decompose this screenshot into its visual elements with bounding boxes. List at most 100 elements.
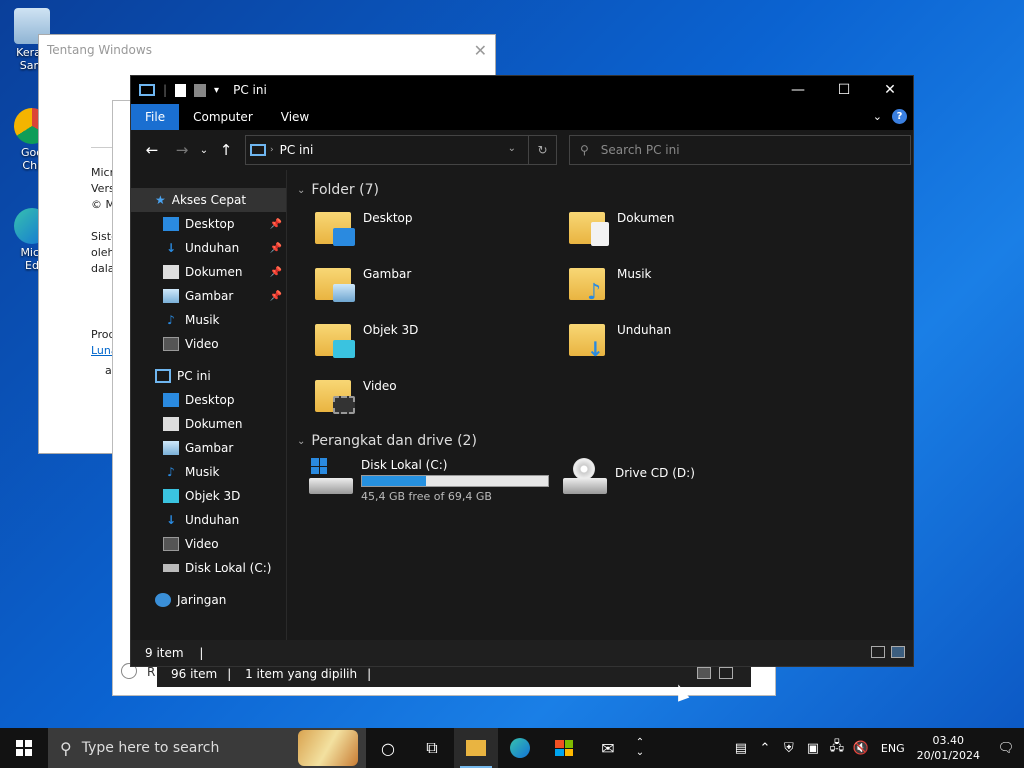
pin-icon[interactable]: 📌 xyxy=(270,291,282,302)
taskbar-search[interactable]: ⚲ Type here to search xyxy=(48,728,366,768)
nav-quick-desktop[interactable]: Desktop 📌 xyxy=(131,212,286,236)
recent-locations-button[interactable]: ⌄ xyxy=(193,145,215,156)
nav-pc-local-disk[interactable]: Disk Lokal (C:) xyxy=(131,556,286,580)
clock[interactable]: 03.40 20/01/2024 xyxy=(917,733,980,763)
nav-label: Jaringan xyxy=(177,593,227,607)
new-folder-icon[interactable] xyxy=(194,83,207,97)
task-view-icon[interactable]: ⧉ xyxy=(410,728,454,768)
maximize-button[interactable]: ☐ xyxy=(821,76,867,104)
meet-now-icon[interactable]: ▣ xyxy=(801,741,825,756)
nav-label: Unduhan xyxy=(185,241,240,255)
pin-icon[interactable]: 📌 xyxy=(270,243,282,254)
chevron-down-icon[interactable]: ⌄ xyxy=(508,143,516,154)
nav-quick-pictures[interactable]: Gambar 📌 xyxy=(131,284,286,308)
folder-tile-downloads[interactable]: ↓ Unduhan xyxy=(569,320,672,359)
pin-icon[interactable]: 📌 xyxy=(270,219,282,230)
navigation-bar: ← → ⌄ ↑ › PC ini ⌄ ↻ ⚲ Search PC ini xyxy=(131,130,913,170)
close-button[interactable]: ✕ xyxy=(867,76,913,104)
nav-label: Desktop xyxy=(185,393,235,407)
pin-icon[interactable]: 📌 xyxy=(270,267,282,278)
forward-button[interactable]: → xyxy=(171,141,193,159)
language-indicator[interactable]: ENG xyxy=(881,742,905,755)
tab-computer[interactable]: Computer xyxy=(179,104,267,130)
drive-name: Disk Lokal (C:) xyxy=(361,458,448,472)
tab-file[interactable]: File xyxy=(131,104,180,130)
group-title: Folder (7) xyxy=(311,182,379,198)
hard-drive-icon xyxy=(309,458,355,498)
clock-date: 20/01/2024 xyxy=(916,749,980,762)
up-button[interactable]: ↑ xyxy=(215,141,237,159)
nav-pc-3d-objects[interactable]: Objek 3D xyxy=(131,484,286,508)
customize-qat-icon[interactable]: ▾ xyxy=(214,85,219,96)
nav-network[interactable]: Jaringan xyxy=(131,588,286,612)
chevron-up-icon[interactable]: ⌃ xyxy=(753,741,777,756)
nav-label: Musik xyxy=(185,313,220,327)
nav-this-pc[interactable]: PC ini xyxy=(131,364,286,388)
nav-quick-access[interactable]: ★ Akses Cepat xyxy=(131,188,286,212)
security-icon[interactable]: ⛨ xyxy=(777,741,801,756)
help-icon[interactable]: ? xyxy=(892,109,907,124)
nav-quick-documents[interactable]: Dokumen 📌 xyxy=(131,260,286,284)
file-explorer-icon[interactable] xyxy=(454,728,498,768)
tab-view[interactable]: View xyxy=(267,104,323,130)
folder-name: Dokumen xyxy=(617,211,675,225)
folder-tile-pictures[interactable]: Gambar xyxy=(315,264,411,302)
folder-tile-documents[interactable]: Dokumen xyxy=(569,208,674,246)
start-button[interactable] xyxy=(0,728,48,768)
close-icon[interactable]: ✕ xyxy=(474,41,487,60)
nav-pc-downloads[interactable]: ↓ Unduhan xyxy=(131,508,286,532)
nav-quick-videos[interactable]: Video xyxy=(131,332,286,356)
cd-drive-icon xyxy=(563,458,609,498)
news-icon[interactable]: ▤ xyxy=(729,741,753,756)
drive-tile-d[interactable]: Drive CD (D:) xyxy=(563,458,695,498)
details-view-icon[interactable] xyxy=(871,646,885,658)
nav-quick-music[interactable]: ♪ Musik xyxy=(131,308,286,332)
desktop-icon xyxy=(163,393,179,407)
tiles-view-icon[interactable] xyxy=(719,667,733,679)
chevron-down-icon: ⌄ xyxy=(297,184,306,196)
folder-name: Unduhan xyxy=(617,323,672,337)
minimize-button[interactable]: — xyxy=(775,76,821,104)
folder-name: Gambar xyxy=(363,267,412,281)
nav-pc-pictures[interactable]: Gambar xyxy=(131,436,286,460)
refresh-icon[interactable]: ↻ xyxy=(528,136,556,164)
drives-group-header[interactable]: ⌄ Perangkat dan drive (2) xyxy=(297,433,477,449)
video-icon xyxy=(163,537,179,551)
address-bar[interactable]: › PC ini ⌄ ↻ xyxy=(245,135,557,165)
video-icon xyxy=(163,337,179,351)
folder-tile-music[interactable]: ♪ Musik xyxy=(569,264,652,304)
edge-icon[interactable] xyxy=(498,728,542,768)
star-icon: ★ xyxy=(155,193,166,207)
folder-tile-3d-objects[interactable]: Objek 3D xyxy=(315,320,418,358)
properties-icon[interactable] xyxy=(175,83,187,97)
store-icon[interactable] xyxy=(542,728,586,768)
nav-pc-music[interactable]: ♪ Musik xyxy=(131,460,286,484)
scroll-arrows-icon[interactable]: ⌃ ⌄ xyxy=(630,728,650,768)
tiles-view-icon[interactable] xyxy=(891,646,905,658)
nav-label: Dokumen xyxy=(185,417,243,431)
music-icon: ♪ xyxy=(167,313,175,327)
nav-pc-documents[interactable]: Dokumen xyxy=(131,412,286,436)
cortana-icon[interactable]: ○ xyxy=(366,728,410,768)
network-icon[interactable]: 🖧 xyxy=(825,737,849,759)
title-bar[interactable]: | ▾ PC ini — ☐ ✕ xyxy=(131,76,913,104)
clock-time: 03.40 xyxy=(932,734,965,747)
expand-ribbon-icon[interactable]: ⌄ xyxy=(873,110,882,123)
nav-label: PC ini xyxy=(177,369,211,383)
video-icon xyxy=(333,396,355,414)
nav-pc-videos[interactable]: Video xyxy=(131,532,286,556)
nav-label: Desktop xyxy=(185,217,235,231)
details-view-icon[interactable] xyxy=(697,667,711,679)
notifications-icon[interactable]: 🗨 xyxy=(988,741,1024,756)
folders-group-header[interactable]: ⌄ Folder (7) xyxy=(297,182,379,198)
nav-pc-desktop[interactable]: Desktop xyxy=(131,388,286,412)
search-box[interactable]: ⚲ Search PC ini xyxy=(569,135,911,165)
back-button[interactable]: ← xyxy=(141,141,163,159)
nav-quick-downloads[interactable]: ↓ Unduhan 📌 xyxy=(131,236,286,260)
search-placeholder: Type here to search xyxy=(81,740,220,756)
mail-icon[interactable]: ✉ xyxy=(586,728,630,768)
folder-tile-desktop[interactable]: Desktop xyxy=(315,208,413,246)
volume-muted-icon[interactable]: 🔇 xyxy=(849,741,873,756)
folder-tile-videos[interactable]: Video xyxy=(315,376,397,414)
drive-tile-c[interactable]: Disk Lokal (C:) 45,4 GB free of 69,4 GB xyxy=(309,458,549,503)
